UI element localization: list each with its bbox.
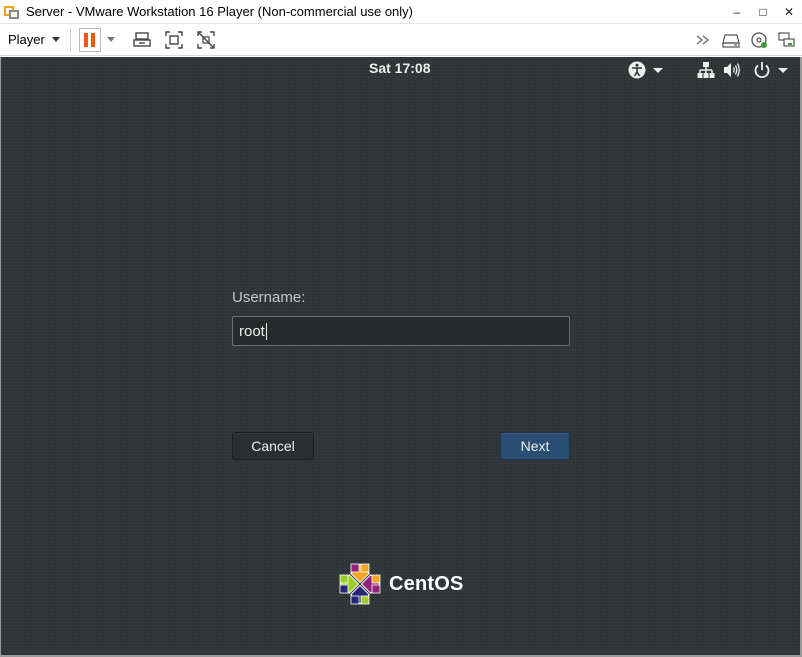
player-menu-label: Player [8,32,45,47]
window-title: Server - VMware Workstation 16 Player (N… [26,4,413,19]
chevron-down-icon [51,37,60,42]
hard-disk-icon [722,34,740,48]
more-devices-button[interactable] [692,27,714,53]
window-titlebar: Server - VMware Workstation 16 Player (N… [0,0,802,24]
username-value: root [239,322,265,340]
pause-icon [84,32,89,47]
accessibility-icon [628,61,646,79]
text-cursor [265,322,267,340]
close-button[interactable]: ✕ [776,0,802,24]
maximize-button[interactable]: □ [750,0,776,24]
send-ctrl-alt-del-button[interactable] [129,27,155,53]
device-status-icons [692,27,798,53]
vmware-app-icon [4,4,20,20]
power-menu[interactable] [753,59,788,81]
network-adapter-button[interactable] [776,27,798,53]
toolbar-divider [69,28,71,51]
more-icon [696,35,710,45]
centos-logo-icon [339,563,381,605]
full-screen-button[interactable] [161,27,187,53]
unity-button[interactable] [193,27,219,53]
player-menu-button[interactable]: Player [8,28,60,52]
full-screen-icon [165,30,183,49]
pause-button[interactable] [78,27,101,52]
unity-icon [197,30,215,49]
cd-dvd-icon [751,32,767,48]
volume-status[interactable] [723,59,741,81]
next-button[interactable]: Next [500,432,570,460]
wired-network-icon [697,62,715,78]
centos-wordmark: CentOS [389,572,464,595]
centos-logo: CentOS [338,562,464,606]
username-label: Username: [232,289,306,306]
volume-icon [724,63,740,77]
pause-icon-bar [91,32,96,47]
network-status[interactable] [697,59,715,81]
username-input[interactable]: root [232,316,570,346]
player-toolbar: Player [0,24,802,56]
window-controls: – □ ✕ [724,0,802,24]
minimize-button[interactable]: – [724,0,750,24]
send-ctrl-alt-del-icon [133,31,151,47]
chevron-down-icon [778,67,788,73]
network-icon [778,32,795,47]
cd-dvd-button[interactable] [748,27,770,53]
chevron-down-icon [653,67,663,73]
gnome-clock[interactable]: Sat 17:08 [369,60,430,76]
pause-dropdown-icon[interactable] [106,37,115,42]
cancel-button[interactable]: Cancel [232,432,314,460]
vm-display[interactable]: Sat 17:08 Username: root Cancel Next Cen… [1,57,800,655]
gnome-system-tray[interactable] [628,59,788,81]
hard-disk-button[interactable] [720,27,742,53]
power-icon [754,62,770,79]
accessibility-menu[interactable] [628,59,663,81]
